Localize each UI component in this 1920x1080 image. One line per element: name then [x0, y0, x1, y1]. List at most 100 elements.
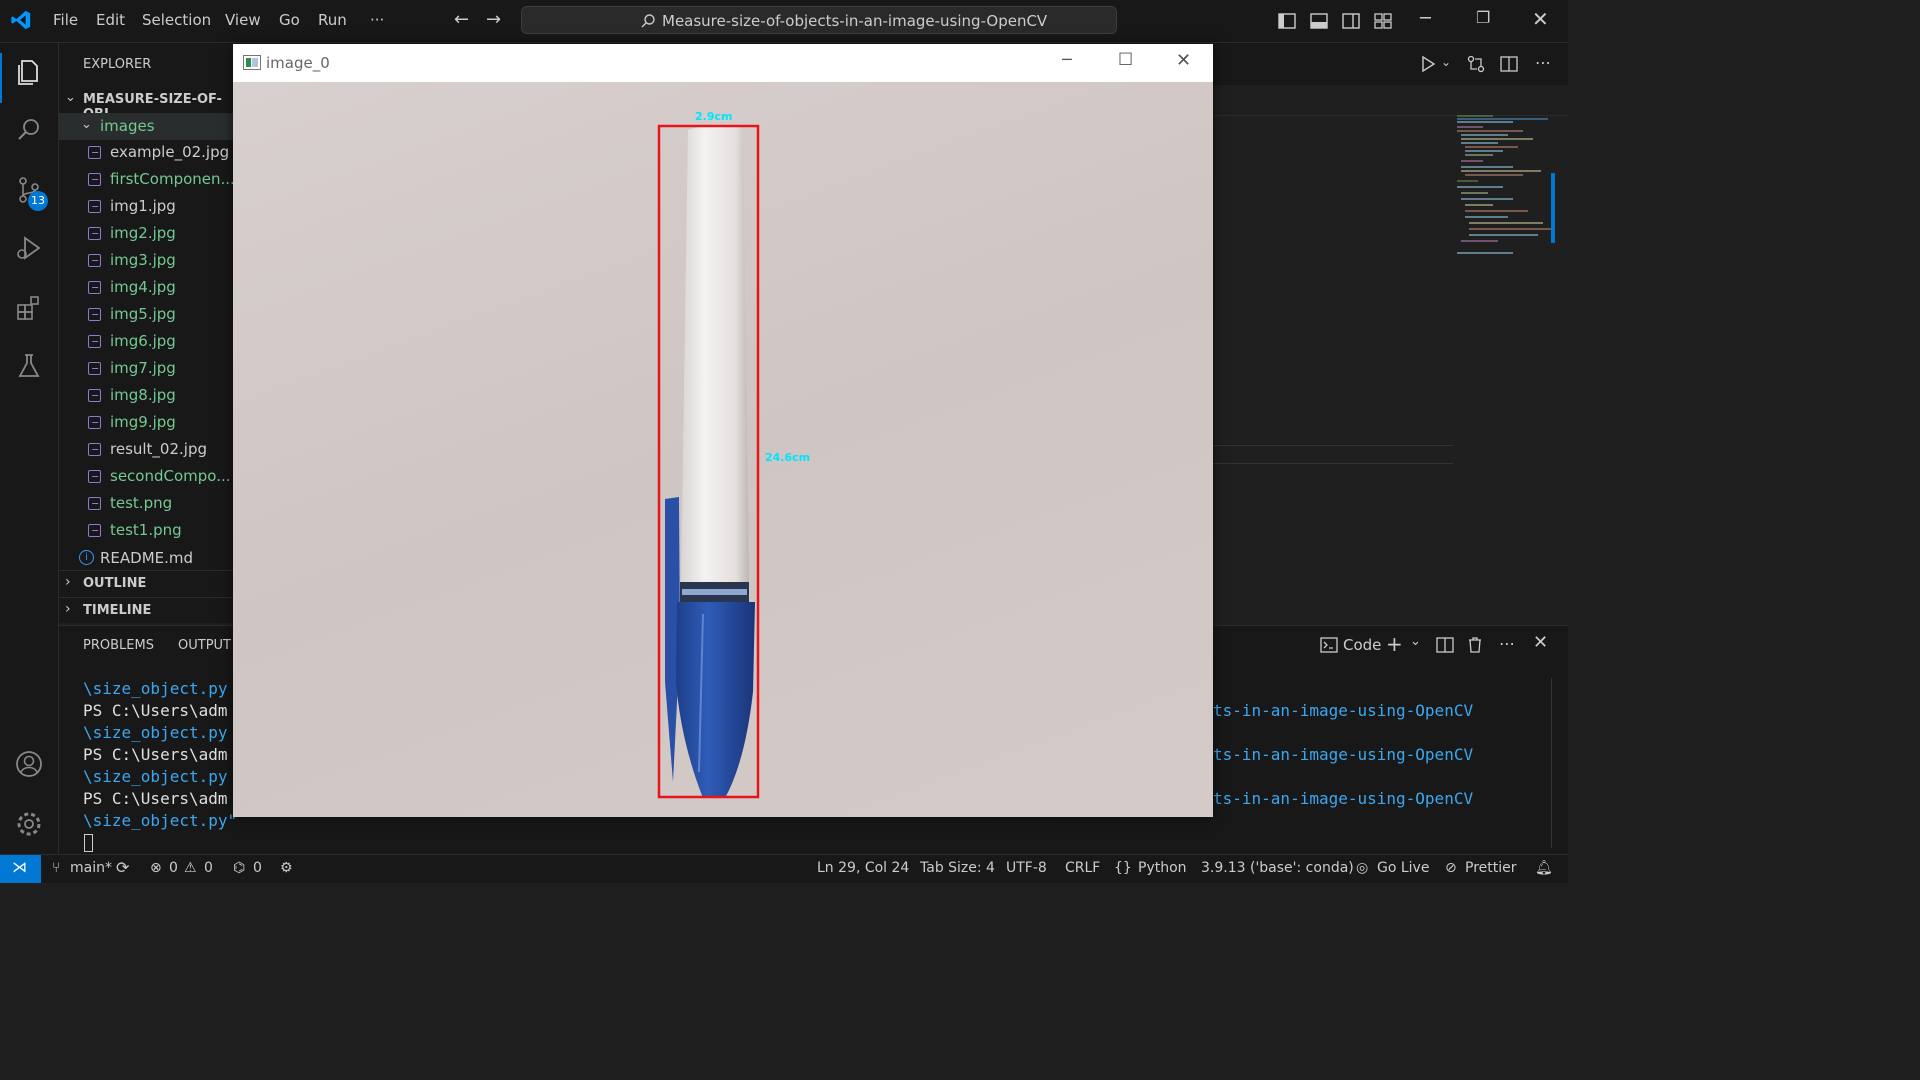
cursor-position[interactable]: Ln 29, Col 24	[817, 860, 909, 876]
file-row[interactable]: img9.jpg	[59, 410, 239, 437]
file-label: img5.jpg	[110, 305, 176, 323]
menu-edit[interactable]: Edit	[96, 11, 125, 29]
more-actions-icon[interactable]: ⋯	[1499, 634, 1515, 653]
explorer-icon[interactable]	[14, 57, 44, 87]
chevron-down-icon: ⌄	[81, 117, 92, 132]
bell-icon[interactable]: 🔔︎	[1535, 860, 1553, 876]
root-folder-row[interactable]: ⌄ MEASURE-SIZE-OF-OBJ	[59, 87, 239, 122]
run-file-icon[interactable]	[1420, 56, 1436, 72]
file-row[interactable]: img2.jpg	[59, 221, 239, 248]
toggle-primary-sidebar-icon[interactable]	[1278, 12, 1296, 30]
chevron-right-icon: ›	[65, 574, 71, 590]
error-count[interactable]: 0	[169, 860, 178, 876]
file-row[interactable]: example_02.jpg	[59, 140, 239, 167]
opencv-image-window[interactable]: image_0 ─ ☐ ✕ 2.9cm 24.6cm	[233, 44, 1213, 817]
file-row[interactable]: img1.jpg	[59, 194, 239, 221]
file-row[interactable]: secondCompo...	[59, 464, 239, 491]
editor-divider	[1213, 463, 1453, 464]
customize-layout-icon[interactable]	[1374, 12, 1392, 30]
terminal-scrollbar[interactable]	[1551, 678, 1552, 848]
restore-icon[interactable]: ❐	[1476, 8, 1490, 27]
file-row[interactable]: img6.jpg	[59, 329, 239, 356]
timeline-section[interactable]: › TIMELINE	[59, 597, 239, 624]
file-row[interactable]: img5.jpg	[59, 302, 239, 329]
compare-changes-icon[interactable]	[1467, 55, 1485, 73]
menu-file[interactable]: File	[53, 11, 78, 29]
menu-run[interactable]: Run	[318, 11, 347, 29]
accounts-icon[interactable]	[14, 749, 44, 779]
search-icon[interactable]	[14, 115, 44, 145]
more-actions-icon[interactable]: ⋯	[1535, 53, 1551, 72]
minimize-icon[interactable]: ─	[1062, 50, 1072, 69]
file-row[interactable]: result_02.jpg	[59, 437, 239, 464]
terminal-line: \size_object.py	[83, 679, 228, 698]
image-file-icon	[88, 389, 101, 402]
back-arrow-icon[interactable]: ←	[454, 9, 469, 30]
outline-section[interactable]: › OUTLINE	[59, 570, 239, 597]
terminal-cursor	[84, 834, 93, 852]
file-row[interactable]: img7.jpg	[59, 356, 239, 383]
file-row[interactable]: test.png	[59, 491, 239, 518]
file-row[interactable]: img3.jpg	[59, 248, 239, 275]
settings-gear-icon[interactable]	[14, 809, 44, 839]
close-icon[interactable]: ✕	[1532, 7, 1549, 31]
image-file-icon	[88, 308, 101, 321]
tab-output[interactable]: OUTPUT	[178, 638, 231, 653]
image-file-icon	[88, 443, 101, 456]
file-row[interactable]: img8.jpg	[59, 383, 239, 410]
chevron-down-icon[interactable]: ⌄	[1441, 55, 1451, 69]
menu-more[interactable]: ···	[370, 11, 384, 29]
extensions-icon[interactable]	[14, 293, 44, 323]
chevron-right-icon: ›	[65, 601, 71, 617]
remote-indicator[interactable]: ⋊	[0, 855, 41, 883]
ports-icon: ⌬	[233, 860, 246, 876]
terminal-profile-label[interactable]: Code	[1343, 636, 1381, 654]
tab-problems[interactable]: PROBLEMS	[83, 638, 154, 653]
pen-photo	[657, 124, 760, 799]
go-live-button[interactable]: Go Live	[1377, 860, 1429, 876]
close-panel-icon[interactable]: ✕	[1533, 632, 1548, 653]
new-terminal-plus-icon[interactable]: +	[1386, 632, 1403, 656]
file-row[interactable]: test1.png	[59, 518, 239, 545]
file-row[interactable]: firstComponen...	[59, 167, 239, 194]
menu-go[interactable]: Go	[279, 11, 300, 29]
remote-icon: ⋊	[12, 858, 27, 876]
menu-view[interactable]: View	[225, 11, 261, 29]
title-bar: File Edit Selection View Go Run ··· ← → …	[0, 0, 1568, 43]
prettier-button[interactable]: Prettier	[1465, 860, 1517, 876]
split-editor-icon[interactable]	[1500, 55, 1518, 73]
folder-row-images[interactable]: ⌄ images	[59, 113, 239, 140]
language-mode[interactable]: Python	[1138, 860, 1187, 876]
close-icon[interactable]: ✕	[1176, 50, 1191, 71]
image-window-icon	[243, 55, 261, 70]
file-row[interactable]: img4.jpg	[59, 275, 239, 302]
branch-label[interactable]: main*	[70, 860, 112, 876]
chevron-down-icon[interactable]: ⌄	[1410, 634, 1421, 649]
command-center-search[interactable]: Measure-size-of-objects-in-an-image-usin…	[521, 6, 1117, 34]
debug-icon[interactable]: ⚙	[280, 860, 293, 876]
sync-icon[interactable]: ⟳	[116, 858, 129, 877]
opencv-window-titlebar[interactable]: image_0 ─ ☐ ✕	[233, 44, 1213, 82]
warning-count[interactable]: 0	[204, 860, 213, 876]
trash-icon[interactable]	[1467, 636, 1483, 654]
line-endings[interactable]: CRLF	[1065, 860, 1100, 876]
ports-count[interactable]: 0	[253, 860, 262, 876]
terminal-line: \size_object.py"	[83, 811, 238, 830]
encoding[interactable]: UTF-8	[1006, 860, 1047, 876]
maximize-icon[interactable]: ☐	[1118, 50, 1133, 70]
minimize-icon[interactable]: ─	[1420, 8, 1431, 29]
split-terminal-icon[interactable]	[1436, 636, 1454, 654]
file-row-readme[interactable]: i README.md	[59, 545, 239, 572]
menu-selection[interactable]: Selection	[142, 11, 211, 29]
readme-label: README.md	[100, 549, 194, 567]
python-interpreter[interactable]: 3.9.13 ('base': conda)	[1201, 860, 1354, 876]
toggle-panel-icon[interactable]	[1310, 12, 1328, 30]
width-measurement-label: 2.9cm	[695, 110, 733, 123]
scrollbar-thumb[interactable]	[1551, 173, 1555, 243]
prettier-icon: ⊘	[1445, 860, 1457, 876]
forward-arrow-icon[interactable]: →	[486, 9, 501, 30]
run-debug-icon[interactable]	[14, 233, 44, 263]
tab-size[interactable]: Tab Size: 4	[920, 860, 995, 876]
testing-flask-icon[interactable]	[14, 351, 44, 381]
toggle-secondary-sidebar-icon[interactable]	[1342, 12, 1360, 30]
